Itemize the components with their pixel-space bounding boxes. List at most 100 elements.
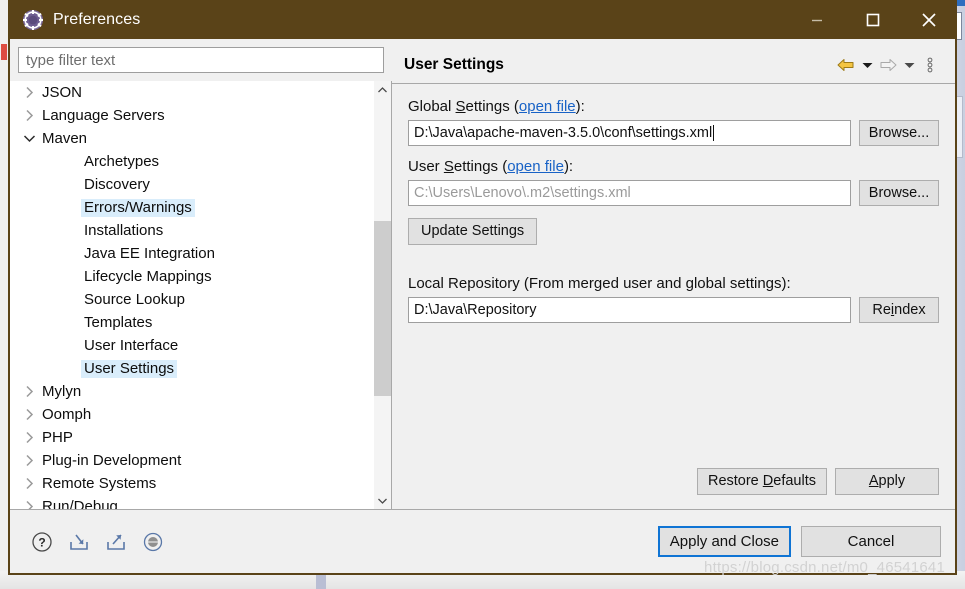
restore-defaults-mnemonic: D: [762, 473, 774, 489]
tree-scrollbar[interactable]: [373, 81, 391, 509]
user-settings-open-file-link[interactable]: open file: [507, 158, 564, 175]
minimize-button[interactable]: [789, 0, 845, 39]
tree-item-run-debug[interactable]: Run/Debug: [19, 495, 373, 509]
scrollbar-thumb[interactable]: [374, 221, 391, 397]
tree-item-label: Templates: [84, 313, 153, 331]
status-icon: [143, 532, 163, 551]
tree-item-source-lookup[interactable]: Source Lookup: [19, 288, 373, 311]
minimize-icon: [812, 19, 822, 21]
tree-item-user-settings[interactable]: User Settings: [19, 357, 373, 380]
forward-history-dropdown[interactable]: [901, 54, 917, 76]
page-header-toolbar: [835, 54, 941, 76]
chevron-right-icon[interactable]: [19, 109, 39, 122]
chevron-down-icon[interactable]: [19, 134, 39, 143]
tree-item-label: Lifecycle Mappings: [84, 267, 212, 285]
filter-input[interactable]: [19, 48, 383, 73]
cancel-button[interactable]: Cancel: [801, 526, 941, 557]
tree-item-language-servers[interactable]: Language Servers: [19, 104, 373, 127]
window-controls: [789, 0, 957, 39]
local-repository-value: D:\Java\Repository: [414, 302, 537, 318]
close-icon: [922, 12, 936, 27]
global-settings-label: Global Settings (open file):: [408, 98, 939, 115]
chevron-right-icon[interactable]: [19, 431, 39, 444]
tree-item-mylyn[interactable]: Mylyn: [19, 380, 373, 403]
reindex-button[interactable]: Reindex: [859, 297, 939, 323]
chevron-right-icon[interactable]: [19, 385, 39, 398]
tree-item-installations[interactable]: Installations: [19, 219, 373, 242]
scroll-down-button[interactable]: [374, 492, 391, 509]
global-settings-open-file-link[interactable]: open file: [519, 98, 576, 115]
user-settings-label: User Settings (open file):: [408, 158, 939, 175]
tree-item-label: Plug-in Development: [42, 451, 182, 469]
tree-item-maven[interactable]: Maven: [19, 127, 373, 150]
page-title: User Settings: [404, 56, 504, 73]
scroll-up-button[interactable]: [374, 81, 391, 98]
help-button[interactable]: ?: [30, 530, 54, 554]
export-icon: [107, 533, 125, 550]
status-button[interactable]: [141, 530, 165, 554]
restore-defaults-button[interactable]: Restore Defaults: [696, 468, 827, 495]
tree-item-label: Maven: [42, 129, 88, 147]
dialog-body: JSON Language Servers Maven Archetypes Disco…: [10, 39, 955, 509]
chevron-right-icon[interactable]: [19, 86, 39, 99]
local-repository-input[interactable]: D:\Java\Repository: [408, 297, 851, 323]
tree-item-php[interactable]: PHP: [19, 426, 373, 449]
chevron-right-icon[interactable]: [19, 500, 39, 509]
maximize-button[interactable]: [845, 0, 901, 39]
global-settings-value: D:\Java\apache-maven-3.5.0\conf\settings…: [414, 125, 713, 141]
page-header: User Settings: [392, 47, 955, 84]
filter-input-wrapper[interactable]: [18, 47, 384, 74]
tree-item-user-interface[interactable]: User Interface: [19, 334, 373, 357]
tree-item-label: Language Servers: [42, 106, 165, 124]
chevron-right-icon[interactable]: [19, 408, 39, 421]
chevron-down-icon: [378, 498, 387, 504]
tree-item-remote-systems[interactable]: Remote Systems: [19, 472, 373, 495]
tree-item-json[interactable]: JSON: [19, 81, 373, 104]
page-menu-button[interactable]: [919, 54, 941, 76]
watermark: https://blog.csdn.net/m0_46541641: [704, 559, 945, 576]
tree-item-label: Oomph: [42, 405, 92, 423]
tree-item-java-ee-integration[interactable]: Java EE Integration: [19, 242, 373, 265]
vertical-dots-icon: [927, 57, 933, 73]
footer-icon-group: ?: [30, 530, 165, 554]
page-action-buttons: Restore Defaults Apply: [696, 468, 939, 495]
tree-item-lifecycle-mappings[interactable]: Lifecycle Mappings: [19, 265, 373, 288]
user-settings-browse-button[interactable]: Browse...: [859, 180, 939, 206]
user-settings-input[interactable]: C:\Users\Lenovo\.m2\settings.xml: [408, 180, 851, 206]
chevron-right-icon[interactable]: [19, 477, 39, 490]
preferences-tree-wrapper: JSON Language Servers Maven Archetypes Disco…: [10, 81, 392, 509]
user-settings-label-prefix: User: [408, 158, 444, 175]
forward-arrow-icon: [880, 59, 897, 71]
global-settings-browse-button[interactable]: Browse...: [859, 120, 939, 146]
tree-item-templates[interactable]: Templates: [19, 311, 373, 334]
user-settings-label-mnemonic: S: [443, 158, 454, 175]
svg-text:?: ?: [38, 535, 45, 549]
update-settings-button[interactable]: Update Settings: [408, 218, 538, 245]
background-error-marker-icon: [1, 44, 7, 60]
tree-item-plug-in-development[interactable]: Plug-in Development: [19, 449, 373, 472]
preferences-tree[interactable]: JSON Language Servers Maven Archetypes Disco…: [10, 81, 373, 509]
reindex-label-prefix: Re: [872, 302, 891, 318]
export-preferences-button[interactable]: [104, 530, 128, 554]
back-button[interactable]: [835, 54, 857, 76]
apply-and-close-button[interactable]: Apply and Close: [657, 526, 791, 557]
close-button[interactable]: [901, 0, 957, 39]
restore-defaults-rest: efaults: [773, 473, 816, 489]
global-settings-input[interactable]: D:\Java\apache-maven-3.5.0\conf\settings…: [408, 120, 851, 146]
tree-item-discovery[interactable]: Discovery: [19, 173, 373, 196]
user-settings-row: C:\Users\Lenovo\.m2\settings.xml Browse.…: [408, 180, 939, 206]
chevron-right-icon[interactable]: [19, 454, 39, 467]
apply-button[interactable]: Apply: [835, 468, 939, 495]
back-history-dropdown[interactable]: [859, 54, 875, 76]
global-settings-label-suffix: ):: [575, 98, 585, 115]
user-settings-label-rest: ettings (: [453, 158, 508, 175]
dialog-footer: ? Apply and Close Cancel https://blog.cs…: [10, 509, 955, 576]
import-preferences-button[interactable]: [67, 530, 91, 554]
tree-item-archetypes[interactable]: Archetypes: [19, 150, 373, 173]
forward-button[interactable]: [877, 54, 899, 76]
tree-item-errors-warnings[interactable]: Errors/Warnings: [19, 196, 373, 219]
tree-item-label: Archetypes: [84, 152, 160, 170]
tree-item-oomph[interactable]: Oomph: [19, 403, 373, 426]
